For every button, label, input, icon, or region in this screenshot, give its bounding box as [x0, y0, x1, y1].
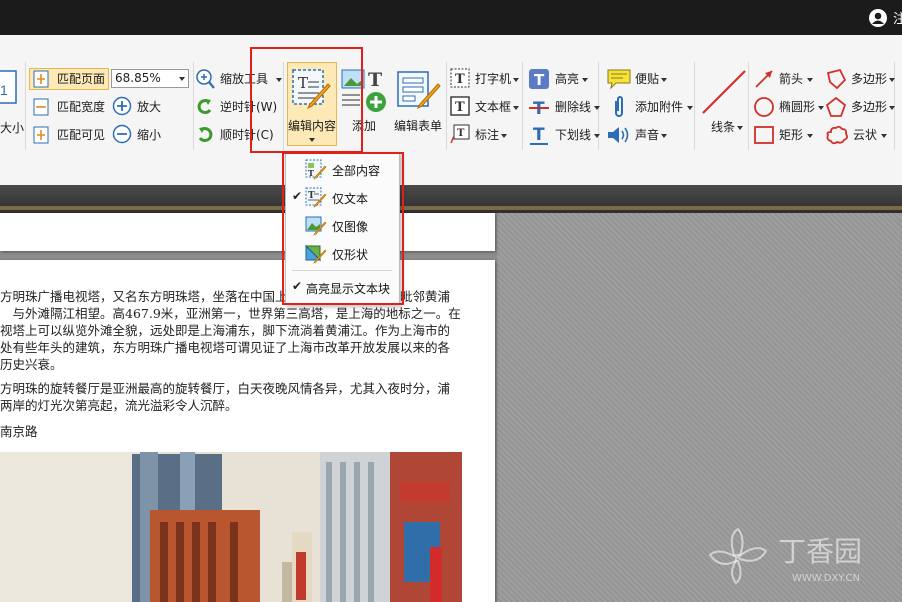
textbox-label[interactable]: 文本框 [475, 99, 511, 115]
user-name[interactable]: 注 [893, 8, 902, 27]
zoom-level-value: 68.85% [115, 71, 161, 85]
street-photo [0, 452, 462, 602]
sticky-note-label[interactable]: 便贴 [635, 71, 659, 87]
ellipse-icon[interactable] [753, 96, 775, 118]
svg-text:1: 1 [0, 82, 8, 98]
watermark-subtext: WWW.DXY.CN [792, 573, 860, 584]
svg-text:T: T [455, 100, 465, 115]
callout-dropdown-icon[interactable] [501, 134, 507, 138]
paperclip-icon[interactable] [610, 95, 628, 119]
fit-page-icon [33, 70, 49, 88]
doc-heading: 南京路 [0, 424, 38, 439]
ellipse-dropdown-icon[interactable] [818, 106, 824, 110]
polyline-label[interactable]: 多边形 [851, 99, 887, 115]
doc-paragraph-line: 方明珠的旋转餐厅是亚洲最高的旋转餐厅，白天夜晚风情各异，尤其入夜时分，浦 [0, 381, 451, 396]
callout-icon[interactable]: T [450, 124, 470, 144]
svg-text:T: T [534, 71, 545, 89]
line-dropdown-icon[interactable] [737, 126, 743, 130]
doc-paragraph-line: 历史兴衰。 [0, 357, 63, 372]
polygon-icon[interactable] [825, 68, 847, 90]
line-label[interactable]: 线条 [711, 119, 735, 135]
rotate-right-icon[interactable] [195, 124, 215, 144]
underline-icon[interactable]: T [528, 124, 550, 146]
cloud-dropdown-icon[interactable] [881, 134, 887, 138]
highlight-annotation-box [282, 152, 404, 305]
cloud-label[interactable]: 云状 [853, 127, 877, 143]
rectangle-dropdown-icon[interactable] [807, 134, 813, 138]
ellipse-label[interactable]: 椭圆形 [779, 99, 815, 115]
user-icon[interactable] [868, 8, 888, 28]
highlight-icon[interactable]: T [528, 68, 550, 90]
actual-size-icon[interactable]: 1 [0, 70, 18, 106]
watermark-text: 丁香园 [778, 535, 862, 568]
speaker-icon[interactable] [606, 124, 632, 146]
svg-text:T: T [455, 72, 465, 87]
underline-label[interactable]: 下划线 [555, 127, 591, 143]
highlight-annotation-box [250, 47, 363, 153]
zoom-level-select[interactable]: 68.85% [111, 69, 189, 88]
note-dropdown-icon[interactable] [661, 78, 667, 82]
attach-dropdown-icon[interactable] [687, 106, 693, 110]
chevron-down-icon[interactable] [176, 70, 188, 87]
strikeout-label[interactable]: 删除线 [555, 99, 591, 115]
attach-file-label[interactable]: 添加附件 [635, 99, 683, 115]
fit-width-icon[interactable] [33, 98, 49, 116]
highlight-dropdown-icon[interactable] [582, 78, 588, 82]
arrow-label[interactable]: 箭头 [779, 71, 803, 87]
doc-paragraph-line: 与外滩隔江相望。高467.9米，亚洲第一，世界第三高塔，是上海的地标之一。在 [0, 306, 461, 321]
doc-paragraph-line: 两岸的灯光次第亮起，流光溢彩令人沉醉。 [0, 398, 238, 413]
title-bar [0, 0, 902, 35]
strikeout-dropdown-icon[interactable] [594, 106, 600, 110]
underline-dropdown-icon[interactable] [594, 134, 600, 138]
typewriter-dropdown-icon[interactable] [513, 78, 519, 82]
sticky-note-icon[interactable] [606, 68, 632, 90]
zoom-in-label[interactable]: 放大 [137, 99, 161, 115]
svg-text:T: T [533, 125, 545, 145]
arrow-icon[interactable] [753, 68, 775, 90]
document-page-previous[interactable] [0, 213, 495, 251]
polygon-dropdown-icon[interactable] [889, 78, 895, 82]
watermark-logo: 丁香园 WWW.DXY.CN [708, 527, 862, 585]
magnifier-icon[interactable] [195, 68, 215, 90]
cloud-icon[interactable] [825, 124, 849, 146]
strikeout-icon[interactable]: T [528, 96, 550, 118]
polyline-dropdown-icon[interactable] [889, 106, 895, 110]
callout-label[interactable]: 标注 [475, 127, 499, 143]
polygon-label[interactable]: 多边形 [851, 71, 887, 87]
arrow-dropdown-icon[interactable] [807, 78, 813, 82]
typewriter-icon[interactable]: T [450, 68, 470, 88]
fit-width-label[interactable]: 匹配宽度 [57, 99, 105, 115]
highlight-label[interactable]: 高亮 [555, 71, 579, 87]
sound-dropdown-icon[interactable] [661, 134, 667, 138]
svg-text:T: T [457, 128, 465, 139]
doc-paragraph-line: 处有些年头的建筑，东方明珠广播电视塔可谓见证了上海市改革开放发展以来的各 [0, 340, 451, 355]
line-icon[interactable] [700, 68, 748, 116]
actual-size-label[interactable]: 大小 [0, 120, 24, 136]
tab-bar-divider [0, 206, 902, 210]
zoom-out-icon[interactable] [112, 124, 132, 144]
fit-page-label: 匹配页面 [57, 72, 106, 86]
textbox-dropdown-icon[interactable] [513, 106, 519, 110]
zoom-out-label[interactable]: 缩小 [137, 127, 161, 143]
sound-label[interactable]: 声音 [635, 127, 659, 143]
rectangle-icon[interactable] [753, 124, 775, 146]
rectangle-label[interactable]: 矩形 [779, 127, 803, 143]
fit-visible-label[interactable]: 匹配可见 [57, 127, 105, 143]
edit-form-label[interactable]: 编辑表单 [394, 118, 442, 134]
fit-visible-icon[interactable] [33, 126, 49, 144]
pentagon-icon[interactable] [825, 96, 847, 118]
textbox-icon[interactable]: T [450, 96, 470, 116]
svg-text:T: T [368, 69, 382, 91]
typewriter-label[interactable]: 打字机 [475, 71, 511, 87]
edit-form-icon[interactable] [396, 70, 442, 112]
zoom-in-icon[interactable] [112, 96, 132, 116]
rotate-left-icon[interactable] [195, 96, 215, 116]
doc-paragraph-line: 视塔上可以纵览外滩全貌，远处即是上海浦东，脚下流淌着黄浦江。作为上海市的 [0, 323, 451, 338]
